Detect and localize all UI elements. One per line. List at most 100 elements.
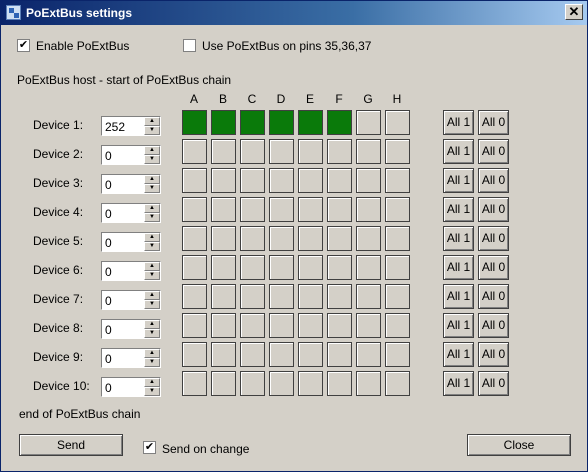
bit-toggle-device-2-c[interactable] [240,139,265,164]
bit-toggle-device-9-h[interactable] [385,342,410,367]
bit-toggle-device-8-c[interactable] [240,313,265,338]
spin-down-icon[interactable]: ▼ [144,213,160,222]
device-4-value-input[interactable]: 0 ▲ ▼ [101,203,161,223]
bit-toggle-device-10-a[interactable] [182,371,207,396]
bit-toggle-device-3-f[interactable] [327,168,352,193]
close-button[interactable]: Close [467,434,571,456]
all-1-button-device-4[interactable]: All 1 [443,197,474,222]
bit-toggle-device-6-g[interactable] [356,255,381,280]
device-value-text[interactable]: 0 [105,265,112,279]
bit-toggle-device-8-b[interactable] [211,313,236,338]
close-window-button[interactable]: ✕ [565,4,583,20]
all-0-button-device-7[interactable]: All 0 [478,284,509,309]
title-bar[interactable]: PoExtBus settings ✕ [1,1,587,25]
bit-toggle-device-2-b[interactable] [211,139,236,164]
device-value-text[interactable]: 0 [105,149,112,163]
bit-toggle-device-3-g[interactable] [356,168,381,193]
bit-toggle-device-10-h[interactable] [385,371,410,396]
spin-up-icon[interactable]: ▲ [144,262,160,271]
bit-toggle-device-6-c[interactable] [240,255,265,280]
bit-toggle-device-5-d[interactable] [269,226,294,251]
device-value-text[interactable]: 0 [105,178,112,192]
bit-toggle-device-5-g[interactable] [356,226,381,251]
bit-toggle-device-7-e[interactable] [298,284,323,309]
enable-poextbus-label[interactable]: Enable PoExtBus [36,39,129,53]
spin-down-icon[interactable]: ▼ [144,242,160,251]
device-value-text[interactable]: 252 [105,120,125,134]
bit-toggle-device-2-g[interactable] [356,139,381,164]
device-1-value-input[interactable]: 252 ▲ ▼ [101,116,161,136]
bit-toggle-device-3-h[interactable] [385,168,410,193]
spin-up-icon[interactable]: ▲ [144,349,160,358]
spin-down-icon[interactable]: ▼ [144,300,160,309]
all-1-button-device-2[interactable]: All 1 [443,139,474,164]
bit-toggle-device-5-c[interactable] [240,226,265,251]
bit-toggle-device-3-e[interactable] [298,168,323,193]
bit-toggle-device-7-a[interactable] [182,284,207,309]
spin-up-icon[interactable]: ▲ [144,146,160,155]
bit-toggle-device-8-e[interactable] [298,313,323,338]
bit-toggle-device-4-a[interactable] [182,197,207,222]
all-0-button-device-10[interactable]: All 0 [478,371,509,396]
bit-toggle-device-4-f[interactable] [327,197,352,222]
bit-toggle-device-9-f[interactable] [327,342,352,367]
device-value-text[interactable]: 0 [105,381,112,395]
bit-toggle-device-5-b[interactable] [211,226,236,251]
bit-toggle-device-10-d[interactable] [269,371,294,396]
spin-up-icon[interactable]: ▲ [144,320,160,329]
spin-up-icon[interactable]: ▲ [144,291,160,300]
bit-toggle-device-2-h[interactable] [385,139,410,164]
all-0-button-device-9[interactable]: All 0 [478,342,509,367]
bit-toggle-device-7-d[interactable] [269,284,294,309]
bit-toggle-device-2-e[interactable] [298,139,323,164]
spin-down-icon[interactable]: ▼ [144,184,160,193]
bit-toggle-device-7-c[interactable] [240,284,265,309]
bit-toggle-device-3-b[interactable] [211,168,236,193]
enable-poextbus-checkbox[interactable]: ✔ [17,39,30,52]
all-0-button-device-2[interactable]: All 0 [478,139,509,164]
device-6-value-input[interactable]: 0 ▲ ▼ [101,261,161,281]
spin-up-icon[interactable]: ▲ [144,117,160,126]
device-7-value-input[interactable]: 0 ▲ ▼ [101,290,161,310]
device-8-value-input[interactable]: 0 ▲ ▼ [101,319,161,339]
bit-toggle-device-7-h[interactable] [385,284,410,309]
bit-toggle-device-7-f[interactable] [327,284,352,309]
bit-toggle-device-10-b[interactable] [211,371,236,396]
device-value-text[interactable]: 0 [105,236,112,250]
bit-toggle-device-5-e[interactable] [298,226,323,251]
device-5-value-input[interactable]: 0 ▲ ▼ [101,232,161,252]
bit-toggle-device-10-g[interactable] [356,371,381,396]
all-1-button-device-6[interactable]: All 1 [443,255,474,280]
all-0-button-device-6[interactable]: All 0 [478,255,509,280]
bit-toggle-device-4-b[interactable] [211,197,236,222]
bit-toggle-device-8-h[interactable] [385,313,410,338]
all-0-button-device-4[interactable]: All 0 [478,197,509,222]
bit-toggle-device-1-c[interactable] [240,110,265,135]
bit-toggle-device-9-c[interactable] [240,342,265,367]
bit-toggle-device-9-a[interactable] [182,342,207,367]
bit-toggle-device-9-d[interactable] [269,342,294,367]
all-1-button-device-3[interactable]: All 1 [443,168,474,193]
bit-toggle-device-2-d[interactable] [269,139,294,164]
bit-toggle-device-8-d[interactable] [269,313,294,338]
device-value-text[interactable]: 0 [105,323,112,337]
bit-toggle-device-4-d[interactable] [269,197,294,222]
bit-toggle-device-10-e[interactable] [298,371,323,396]
bit-toggle-device-6-a[interactable] [182,255,207,280]
spin-down-icon[interactable]: ▼ [144,155,160,164]
bit-toggle-device-9-g[interactable] [356,342,381,367]
spin-up-icon[interactable]: ▲ [144,175,160,184]
all-1-button-device-8[interactable]: All 1 [443,313,474,338]
all-1-button-device-9[interactable]: All 1 [443,342,474,367]
device-3-value-input[interactable]: 0 ▲ ▼ [101,174,161,194]
bit-toggle-device-5-a[interactable] [182,226,207,251]
spin-up-icon[interactable]: ▲ [144,204,160,213]
bit-toggle-device-4-e[interactable] [298,197,323,222]
bit-toggle-device-1-g[interactable] [356,110,381,135]
spin-down-icon[interactable]: ▼ [144,329,160,338]
spin-up-icon[interactable]: ▲ [144,233,160,242]
device-value-text[interactable]: 0 [105,294,112,308]
spin-down-icon[interactable]: ▼ [144,126,160,135]
bit-toggle-device-6-h[interactable] [385,255,410,280]
bit-toggle-device-6-e[interactable] [298,255,323,280]
